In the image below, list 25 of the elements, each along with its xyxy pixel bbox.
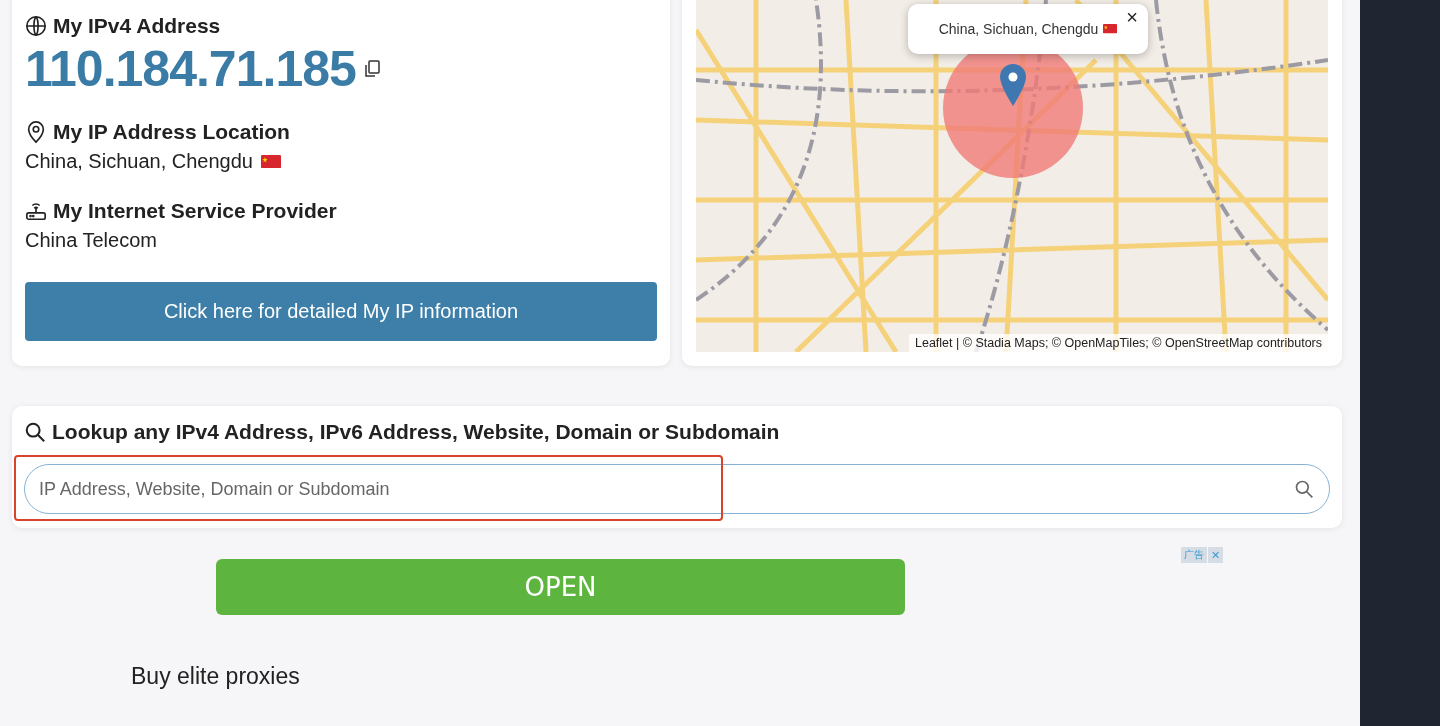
attribution-text: Leaflet | © Stadia Maps; © OpenMapTiles; © OpenStreetMap contributors: [909, 334, 1328, 352]
popup-text: China, Sichuan, Chengdu: [938, 21, 1099, 37]
section-heading: My Internet Service Provider: [53, 199, 337, 223]
section-heading: My IP Address Location: [53, 120, 290, 144]
map-marker-icon[interactable]: [1000, 64, 1026, 106]
map-pin-icon: [25, 120, 47, 144]
flag-icon: [260, 154, 281, 169]
details-button[interactable]: Click here for detailed My IP information: [25, 282, 657, 341]
search-icon: [24, 421, 46, 443]
ip-address: 110.184.71.185: [25, 44, 356, 94]
search-field[interactable]: IP Address, Website, Domain or Subdomain: [24, 464, 1330, 514]
lookup-heading: Lookup any IPv4 Address, IPv6 Address, Website, Domain or Subdomain: [52, 420, 780, 444]
ad-close-button[interactable]: ✕: [1208, 547, 1223, 563]
close-button[interactable]: ×: [1122, 7, 1142, 27]
search-icon[interactable]: [1294, 479, 1314, 499]
copy-icon[interactable]: [363, 60, 380, 78]
flag-icon: [1103, 24, 1118, 34]
open-button[interactable]: OPEN: [216, 559, 905, 615]
location-value: China, Sichuan, Chengdu: [25, 150, 253, 173]
globe-icon: [25, 15, 47, 37]
isp-value: China Telecom: [25, 229, 158, 252]
router-icon: [25, 200, 47, 222]
promo-text: Buy elite proxies: [131, 663, 301, 690]
section-heading: My IPv4 Address: [53, 14, 221, 38]
ad-label: 广告: [1181, 547, 1207, 563]
